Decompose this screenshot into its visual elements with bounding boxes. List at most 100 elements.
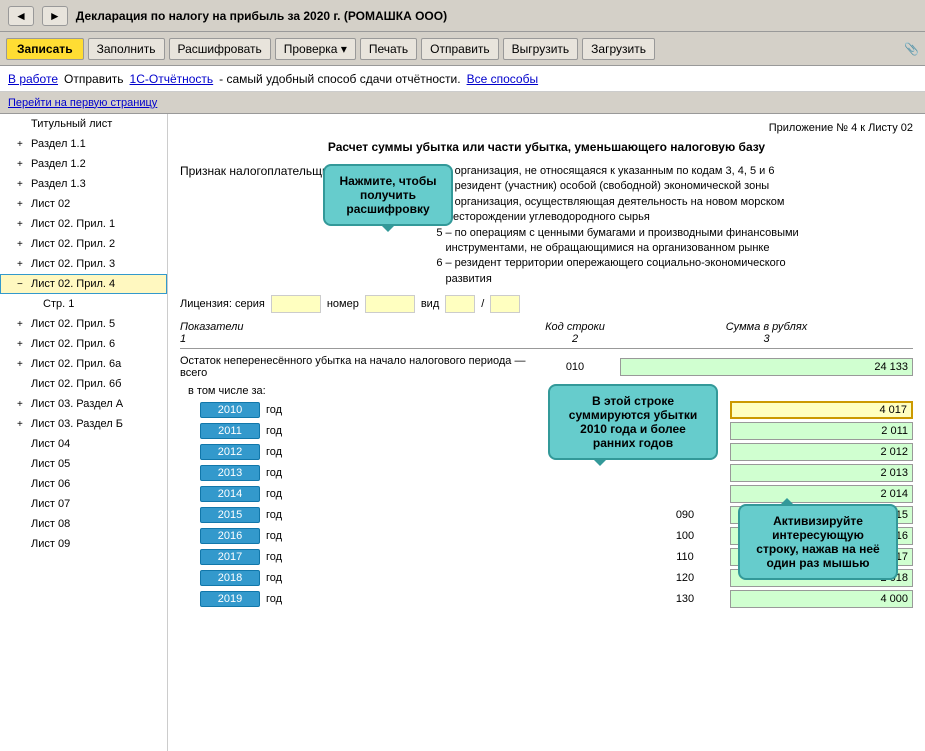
sidebar-item-str1[interactable]: Стр. 1 <box>0 294 167 314</box>
sidebar-item-list02[interactable]: + Лист 02 <box>0 194 167 214</box>
licenziya-vid2-field[interactable] <box>490 295 520 313</box>
sidebar-item-label: Лист 02. Прил. 6б <box>31 378 121 390</box>
sidebar-item-razdel11[interactable]: + Раздел 1.1 <box>0 134 167 154</box>
expand-icon: + <box>17 339 27 350</box>
sidebar-item-list08[interactable]: Лист 08 <box>0 514 167 534</box>
row-value[interactable]: 4 000 <box>730 590 913 608</box>
year-button[interactable]: 2014 <box>200 486 260 502</box>
zapolnit-button[interactable]: Заполнить <box>88 38 165 60</box>
tooltip-bubble-activate: Активизируйте интересующую строку, нажав… <box>738 504 898 580</box>
expand-icon: − <box>17 279 27 290</box>
sidebar-item-list02pril2[interactable]: + Лист 02. Прил. 2 <box>0 234 167 254</box>
sidebar-item-list03razdela[interactable]: + Лист 03. Раздел А <box>0 394 167 414</box>
otchetnost-link[interactable]: 1С-Отчётность <box>130 72 214 86</box>
god-label: год <box>260 551 610 563</box>
year-row[interactable]: 2013год2 013 <box>180 464 913 482</box>
sidebar-item-label: Раздел 1.2 <box>31 158 86 170</box>
year-button[interactable]: 2016 <box>200 528 260 544</box>
clip-icon[interactable]: 📎 <box>904 42 919 56</box>
year-row[interactable]: 2011год0502 011 <box>180 422 913 440</box>
sidebar-item-list04[interactable]: Лист 04 <box>0 434 167 454</box>
status-bar: В работе Отправить 1С-Отчётность - самый… <box>0 66 925 92</box>
year-button[interactable]: 2013 <box>200 465 260 481</box>
year-button[interactable]: 2010 <box>200 402 260 418</box>
main-row-label: Остаток неперенесённого убытка на начало… <box>180 355 530 379</box>
expand-icon: + <box>17 239 27 250</box>
main-layout: Титульный лист + Раздел 1.1 + Раздел 1.2… <box>0 114 925 751</box>
otpravit-label: Отправить <box>64 72 124 86</box>
expand-icon: + <box>17 159 27 170</box>
proverka-button[interactable]: Проверка <box>275 38 356 60</box>
sidebar-item-list02pril5[interactable]: + Лист 02. Прил. 5 <box>0 314 167 334</box>
sidebar-item-razdel13[interactable]: + Раздел 1.3 <box>0 174 167 194</box>
main-row-value[interactable]: 24 133 <box>620 358 913 376</box>
col-header-1: Показатели1 <box>180 321 530 345</box>
row-value[interactable]: 2 013 <box>730 464 913 482</box>
row-value[interactable]: 2 012 <box>730 443 913 461</box>
year-row[interactable]: 2014год2 014 <box>180 485 913 503</box>
status-link[interactable]: В работе <box>8 72 58 86</box>
sidebar-item-label: Лист 02. Прил. 6а <box>31 358 121 370</box>
sidebar-item-list06[interactable]: Лист 06 <box>0 474 167 494</box>
tooltip-bubble-rasshifrovka: Нажмите, чтобы получить расшифровку <box>323 164 453 226</box>
pervaya-link[interactable]: Перейти на первую страницу <box>8 97 157 109</box>
year-row[interactable]: 2019год1304 000 <box>180 590 913 608</box>
expand-icon: + <box>17 199 27 210</box>
forward-button[interactable]: ► <box>42 6 68 26</box>
year-button[interactable]: 2018 <box>200 570 260 586</box>
expand-icon: + <box>17 319 27 330</box>
year-button[interactable]: 2015 <box>200 507 260 523</box>
row-value[interactable]: 2 011 <box>730 422 913 440</box>
license-row: Лицензия: серия номер вид / <box>180 295 913 313</box>
priznak-info: 1 – организация, не относящаяся к указан… <box>436 164 798 287</box>
sidebar-item-label: Лист 02. Прил. 6 <box>31 338 115 350</box>
sidebar-item-list02pril3[interactable]: + Лист 02. Прил. 3 <box>0 254 167 274</box>
licenziya-seriya-field[interactable] <box>271 295 321 313</box>
sidebar-item-list02pril6b[interactable]: Лист 02. Прил. 6б <box>0 374 167 394</box>
sidebar-item-list02pril6[interactable]: + Лист 02. Прил. 6 <box>0 334 167 354</box>
sidebar-item-list09[interactable]: Лист 09 <box>0 534 167 554</box>
otpravit-button[interactable]: Отправить <box>421 38 499 60</box>
expand-icon: + <box>17 179 27 190</box>
sidebar-item-label: Лист 09 <box>31 538 70 550</box>
sidebar-item-list05[interactable]: Лист 05 <box>0 454 167 474</box>
pechat-button[interactable]: Печать <box>360 38 417 60</box>
sidebar-item-titulny[interactable]: Титульный лист <box>0 114 167 134</box>
sidebar-item-razdel12[interactable]: + Раздел 1.2 <box>0 154 167 174</box>
main-data-row[interactable]: Остаток неперенесённого убытка на начало… <box>180 355 913 379</box>
sidebar-item-label: Лист 02. Прил. 5 <box>31 318 115 330</box>
year-row[interactable]: 2012год2 012 <box>180 443 913 461</box>
sidebar-item-label: Лист 02. Прил. 3 <box>31 258 115 270</box>
window-title: Декларация по налогу на прибыль за 2020 … <box>76 9 917 23</box>
priznak-row: Признак налогоплательщика (код) 1 1 – ор… <box>180 164 913 287</box>
sidebar-item-list02pril4[interactable]: − Лист 02. Прил. 4 <box>0 274 167 294</box>
col-header-2: Код строки2 <box>530 321 620 345</box>
year-button[interactable]: 2011 <box>200 423 260 439</box>
sidebar-item-list07[interactable]: Лист 07 <box>0 494 167 514</box>
zagruzit-button[interactable]: Загрузить <box>582 38 655 60</box>
toolbar: Записать Заполнить Расшифровать Проверка… <box>0 32 925 66</box>
year-button[interactable]: 2012 <box>200 444 260 460</box>
sidebar-item-list02pril1[interactable]: + Лист 02. Прил. 1 <box>0 214 167 234</box>
sidebar-item-list02pril6a[interactable]: + Лист 02. Прил. 6а <box>0 354 167 374</box>
row-value[interactable]: 2 014 <box>730 485 913 503</box>
sidebar-item-label: Раздел 1.1 <box>31 138 86 150</box>
zapisat-button[interactable]: Записать <box>6 38 84 60</box>
rasshifrovat-button[interactable]: Расшифровать <box>169 38 271 60</box>
licenziya-vid-field[interactable] <box>445 295 475 313</box>
year-button[interactable]: 2017 <box>200 549 260 565</box>
row-value[interactable]: 4 017 <box>730 401 913 419</box>
year-row[interactable]: 2010год0404 017 <box>180 401 913 419</box>
sidebar-item-label: Лист 02. Прил. 1 <box>31 218 115 230</box>
vse-sposoby-link[interactable]: Все способы <box>467 72 539 86</box>
sidebar-item-label: Лист 08 <box>31 518 70 530</box>
year-button[interactable]: 2019 <box>200 591 260 607</box>
sidebar-item-label: Лист 04 <box>31 438 70 450</box>
back-button[interactable]: ◄ <box>8 6 34 26</box>
licenziya-nomer-field[interactable] <box>365 295 415 313</box>
sidebar-item-list03razdelb[interactable]: + Лист 03. Раздел Б <box>0 414 167 434</box>
vygruzit-button[interactable]: Выгрузить <box>503 38 579 60</box>
col-header-3: Сумма в рублях3 <box>620 321 913 345</box>
expand-icon: + <box>17 139 27 150</box>
title-bar: ◄ ► Декларация по налогу на прибыль за 2… <box>0 0 925 32</box>
